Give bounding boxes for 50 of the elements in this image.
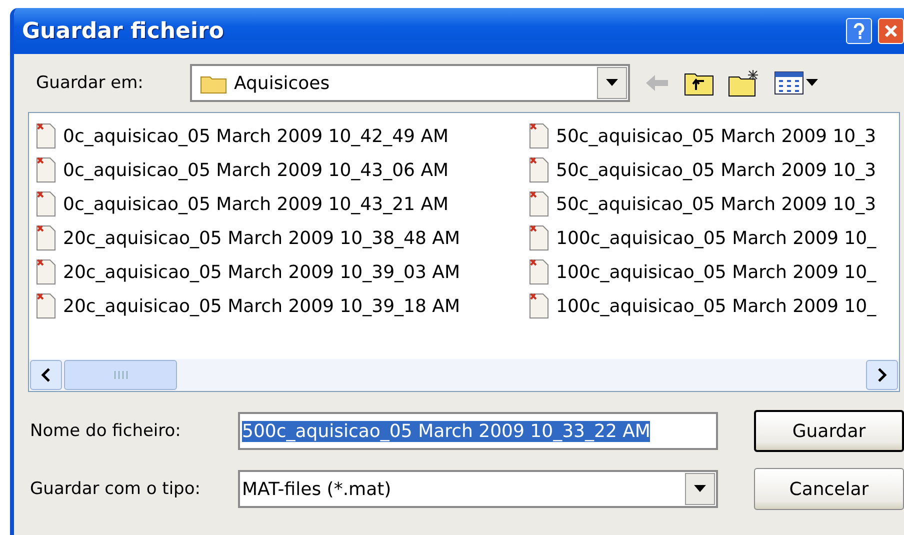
- view-menu-icon: [774, 71, 804, 95]
- caret-icon: [606, 79, 618, 87]
- save-button[interactable]: Guardar: [754, 410, 904, 452]
- chevron-right-icon: [877, 368, 887, 382]
- caret-icon: [806, 79, 818, 87]
- cancel-button[interactable]: Cancelar: [754, 468, 904, 510]
- help-button[interactable]: [846, 18, 872, 44]
- file-icon: [528, 191, 550, 217]
- file-icon: [528, 293, 550, 319]
- file-icon: [528, 259, 550, 285]
- file-type-dropdown[interactable]: MAT-files (*.mat): [238, 470, 718, 508]
- file-icon: [35, 225, 57, 251]
- file-item[interactable]: 100c_aquisicao_05 March 2009 10_: [528, 289, 899, 323]
- file-item[interactable]: 50c_aquisicao_05 March 2009 10_3: [528, 119, 899, 153]
- caret-icon: [694, 485, 706, 493]
- grip-icon: [114, 371, 128, 379]
- scroll-thumb[interactable]: [64, 360, 177, 390]
- save-in-dropdown[interactable]: Aquisicoes: [190, 64, 630, 102]
- file-item[interactable]: 100c_aquisicao_05 March 2009 10_: [528, 255, 899, 289]
- file-icon: [35, 157, 57, 183]
- scroll-right-button[interactable]: [866, 360, 898, 390]
- file-item[interactable]: 0c_aquisicao_05 March 2009 10_42_49 AM: [35, 119, 528, 153]
- file-icon: [35, 191, 57, 217]
- file-icon: [528, 157, 550, 183]
- file-icon: [35, 123, 57, 149]
- file-item[interactable]: 50c_aquisicao_05 March 2009 10_3: [528, 153, 899, 187]
- file-type-label: Guardar com o tipo:: [29, 479, 202, 499]
- file-item[interactable]: 50c_aquisicao_05 March 2009 10_3: [528, 187, 899, 221]
- filename-field[interactable]: 500c_aquisicao_05 March 2009 10_33_22 AM: [238, 412, 718, 450]
- close-button[interactable]: [878, 18, 904, 44]
- scroll-left-button[interactable]: [30, 360, 62, 390]
- file-icon: [528, 123, 550, 149]
- horizontal-scrollbar[interactable]: [29, 359, 899, 391]
- file-item[interactable]: 0c_aquisicao_05 March 2009 10_43_06 AM: [35, 153, 528, 187]
- file-item[interactable]: 20c_aquisicao_05 March 2009 10_38_48 AM: [35, 221, 528, 255]
- back-arrow-icon: [644, 73, 670, 93]
- window-title: Guardar ficheiro: [22, 18, 224, 44]
- file-icon: [35, 259, 57, 285]
- chevron-left-icon: [41, 368, 51, 382]
- file-item[interactable]: 0c_aquisicao_05 March 2009 10_43_21 AM: [35, 187, 528, 221]
- file-item[interactable]: 20c_aquisicao_05 March 2009 10_39_18 AM: [35, 289, 528, 323]
- file-item[interactable]: 100c_aquisicao_05 March 2009 10_: [528, 221, 899, 255]
- close-icon: [884, 24, 898, 38]
- help-icon: [852, 23, 866, 39]
- filename-label: Nome do ficheiro:: [29, 421, 182, 441]
- file-icon: [35, 293, 57, 319]
- file-item[interactable]: 20c_aquisicao_05 March 2009 10_39_03 AM: [35, 255, 528, 289]
- new-folder-icon: [728, 69, 760, 97]
- file-icon: [528, 225, 550, 251]
- save-in-label: Guardar em:: [35, 73, 144, 93]
